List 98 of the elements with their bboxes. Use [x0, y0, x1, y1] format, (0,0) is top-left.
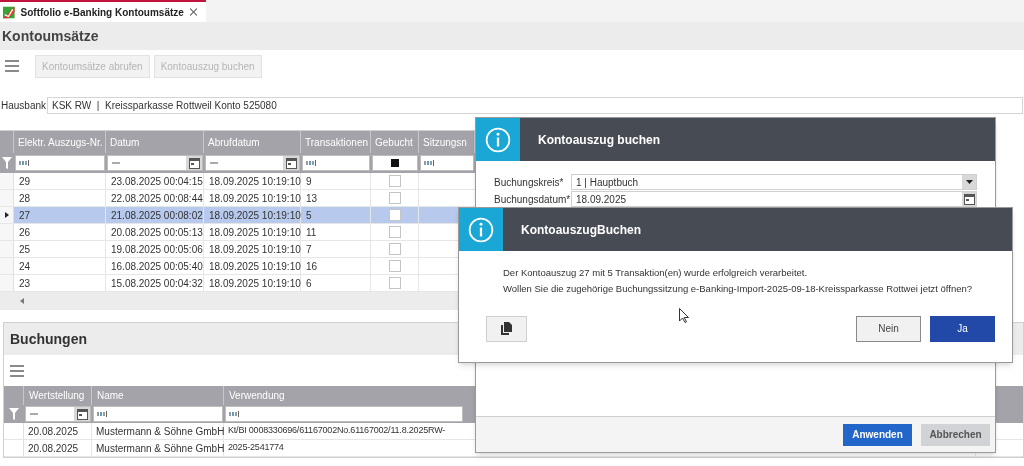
page-title: Kontoumsätze	[2, 26, 99, 46]
cancel-button[interactable]: Abbrechen	[921, 423, 990, 446]
table-cell-text: 18.09.2025 10:19:10	[209, 225, 301, 240]
menu-icon[interactable]	[5, 60, 19, 72]
horizontal-scrollbar[interactable]	[0, 292, 458, 310]
table-cell-text: 23	[19, 276, 31, 291]
filter-field[interactable]	[225, 406, 463, 422]
text-filter-icon	[229, 411, 239, 417]
table-cell-text: 19.08.2025 00:05:06	[111, 242, 203, 257]
message-text: Der Kontoauszug 27 mit 5 Transaktion(en) wurde erfolgreich verarbeitet.	[503, 266, 809, 280]
table-cell-text: 21.08.2025 00:08:02	[111, 208, 203, 223]
yes-button[interactable]: Ja	[930, 315, 995, 342]
copy-icon	[501, 322, 512, 335]
table-cell-text: 29	[19, 174, 31, 189]
table-row[interactable]: 28 22.08.2025 00:08:44 18.09.2025 10:19:10 13	[0, 190, 478, 207]
bank-field[interactable]: KSK RW | Kreissparkasse Rottweil Konto 525080	[47, 97, 1023, 114]
message-text: Wollen Sie die zugehörige Buchungssitzung e-Banking-Import-2025-09-18-Kreissparkasse Rottwei jetzt öffnen?	[503, 282, 974, 297]
checkbox[interactable]	[388, 192, 401, 204]
text-filter-icon	[424, 160, 434, 166]
panel-title: Buchungen	[10, 329, 87, 349]
copy-button[interactable]	[486, 315, 527, 342]
field-label: Hausbank	[1, 99, 47, 113]
dash-icon	[30, 413, 38, 415]
checkbox[interactable]	[388, 175, 401, 187]
table-cell-text: Mustermann & Söhne GmbH	[96, 441, 225, 456]
table-cell-text: 5	[306, 208, 312, 223]
close-icon[interactable]	[189, 8, 197, 16]
info-icon	[485, 126, 511, 153]
filter-field[interactable]	[205, 155, 300, 171]
table-cell-text: 13	[306, 191, 318, 206]
table-cell: 2025-2541774	[228, 441, 284, 455]
table-cell-text: 28	[19, 191, 31, 206]
app-logo-icon	[3, 5, 15, 19]
text-filter-icon	[97, 411, 107, 417]
calendar-icon[interactable]	[285, 157, 297, 169]
table-cell-text: 11	[306, 225, 317, 240]
table-cell-text: 22.08.2025 00:08:44	[111, 191, 203, 206]
mouse-cursor-icon	[679, 308, 689, 323]
apply-button[interactable]: Anwenden	[843, 423, 912, 446]
table-cell-text: 23.08.2025 00:04:15	[111, 174, 203, 189]
table-cell-text: 9	[306, 174, 312, 189]
filter-field[interactable]	[372, 155, 418, 171]
select-field[interactable]: 1 | Hauptbuch	[571, 174, 977, 190]
date-field[interactable]: 18.09.2025	[571, 191, 977, 207]
field-label: Buchungskreis*	[494, 175, 565, 190]
filter-icon[interactable]	[9, 408, 19, 420]
filter-icon[interactable]	[2, 157, 12, 169]
table-cell-text: 26	[19, 225, 31, 240]
indeterminate-checkbox-icon	[391, 159, 399, 167]
text-filter-icon	[306, 160, 316, 166]
dialog-title: Kontoauszug buchen	[538, 131, 660, 149]
calendar-icon[interactable]	[188, 157, 200, 169]
dropdown-caret-icon	[965, 180, 973, 184]
checkbox[interactable]	[388, 226, 401, 238]
table-cell-text: 18.09.2025 10:19:10	[209, 242, 301, 257]
checkbox[interactable]	[388, 243, 401, 255]
table-cell-text: 16.08.2025 00:05:40	[111, 259, 203, 274]
table-cell-text: 18.09.2025 10:19:10	[209, 208, 301, 223]
table-cell-text: 18.09.2025 10:19:10	[209, 276, 301, 291]
calendar-icon[interactable]	[76, 408, 88, 420]
checkbox[interactable]	[388, 260, 401, 272]
table-cell-text: 27	[19, 208, 31, 223]
no-button[interactable]: Nein	[856, 315, 921, 342]
table-cell-text: 15.08.2025 00:04:32	[111, 276, 203, 291]
table-cell-text: 24	[19, 259, 31, 274]
table-cell-text: 16	[306, 259, 318, 274]
calendar-icon[interactable]	[963, 193, 975, 205]
current-row-icon	[4, 212, 9, 218]
filter-field[interactable]	[15, 155, 105, 171]
text-filter-icon	[19, 160, 29, 166]
filter-field[interactable]	[107, 155, 203, 171]
table-cell-text: 20.08.2025	[28, 441, 79, 456]
table-row[interactable]: 29 23.08.2025 00:04:15 18.09.2025 10:19:10 9	[0, 173, 478, 190]
table-cell-text: Mustermann & Söhne GmbH	[96, 424, 225, 439]
table-cell-text: 18.09.2025 10:19:10	[209, 174, 301, 189]
field-label: Buchungsdatum*	[494, 192, 571, 207]
filter-field[interactable]	[93, 406, 223, 422]
checkbox[interactable]	[388, 209, 401, 221]
checkbox[interactable]	[388, 277, 401, 289]
filter-field[interactable]	[25, 406, 91, 422]
table-cell-text: 20.08.2025	[28, 424, 79, 439]
menu-icon[interactable]	[10, 364, 24, 377]
table-cell-text: 6	[306, 276, 312, 291]
table-cell-text: 18.09.2025 10:19:10	[209, 191, 301, 206]
table-cell-text: 18.09.2025 10:19:10	[209, 259, 301, 274]
dialog-title: KontoauszugBuchen	[521, 221, 641, 239]
scroll-left-icon[interactable]	[20, 298, 24, 304]
table-cell-text: 20.08.2025 00:05:13	[111, 225, 203, 240]
filter-field[interactable]	[420, 155, 474, 171]
dash-icon	[210, 162, 218, 164]
info-icon	[468, 216, 494, 243]
table-cell: Kt/BI 0008330696/61167002No.61167002/11.8.2025RW-	[228, 424, 446, 438]
dash-icon	[112, 162, 120, 164]
filter-field[interactable]	[302, 155, 370, 171]
table-cell-text: 7	[306, 242, 312, 257]
tab-title: Softfolio e-Banking Kontoumsätze	[20, 5, 184, 20]
document-tab[interactable]: Softfolio e-Banking Kontoumsätze	[0, 0, 206, 22]
table-cell-text: 25	[19, 242, 31, 257]
